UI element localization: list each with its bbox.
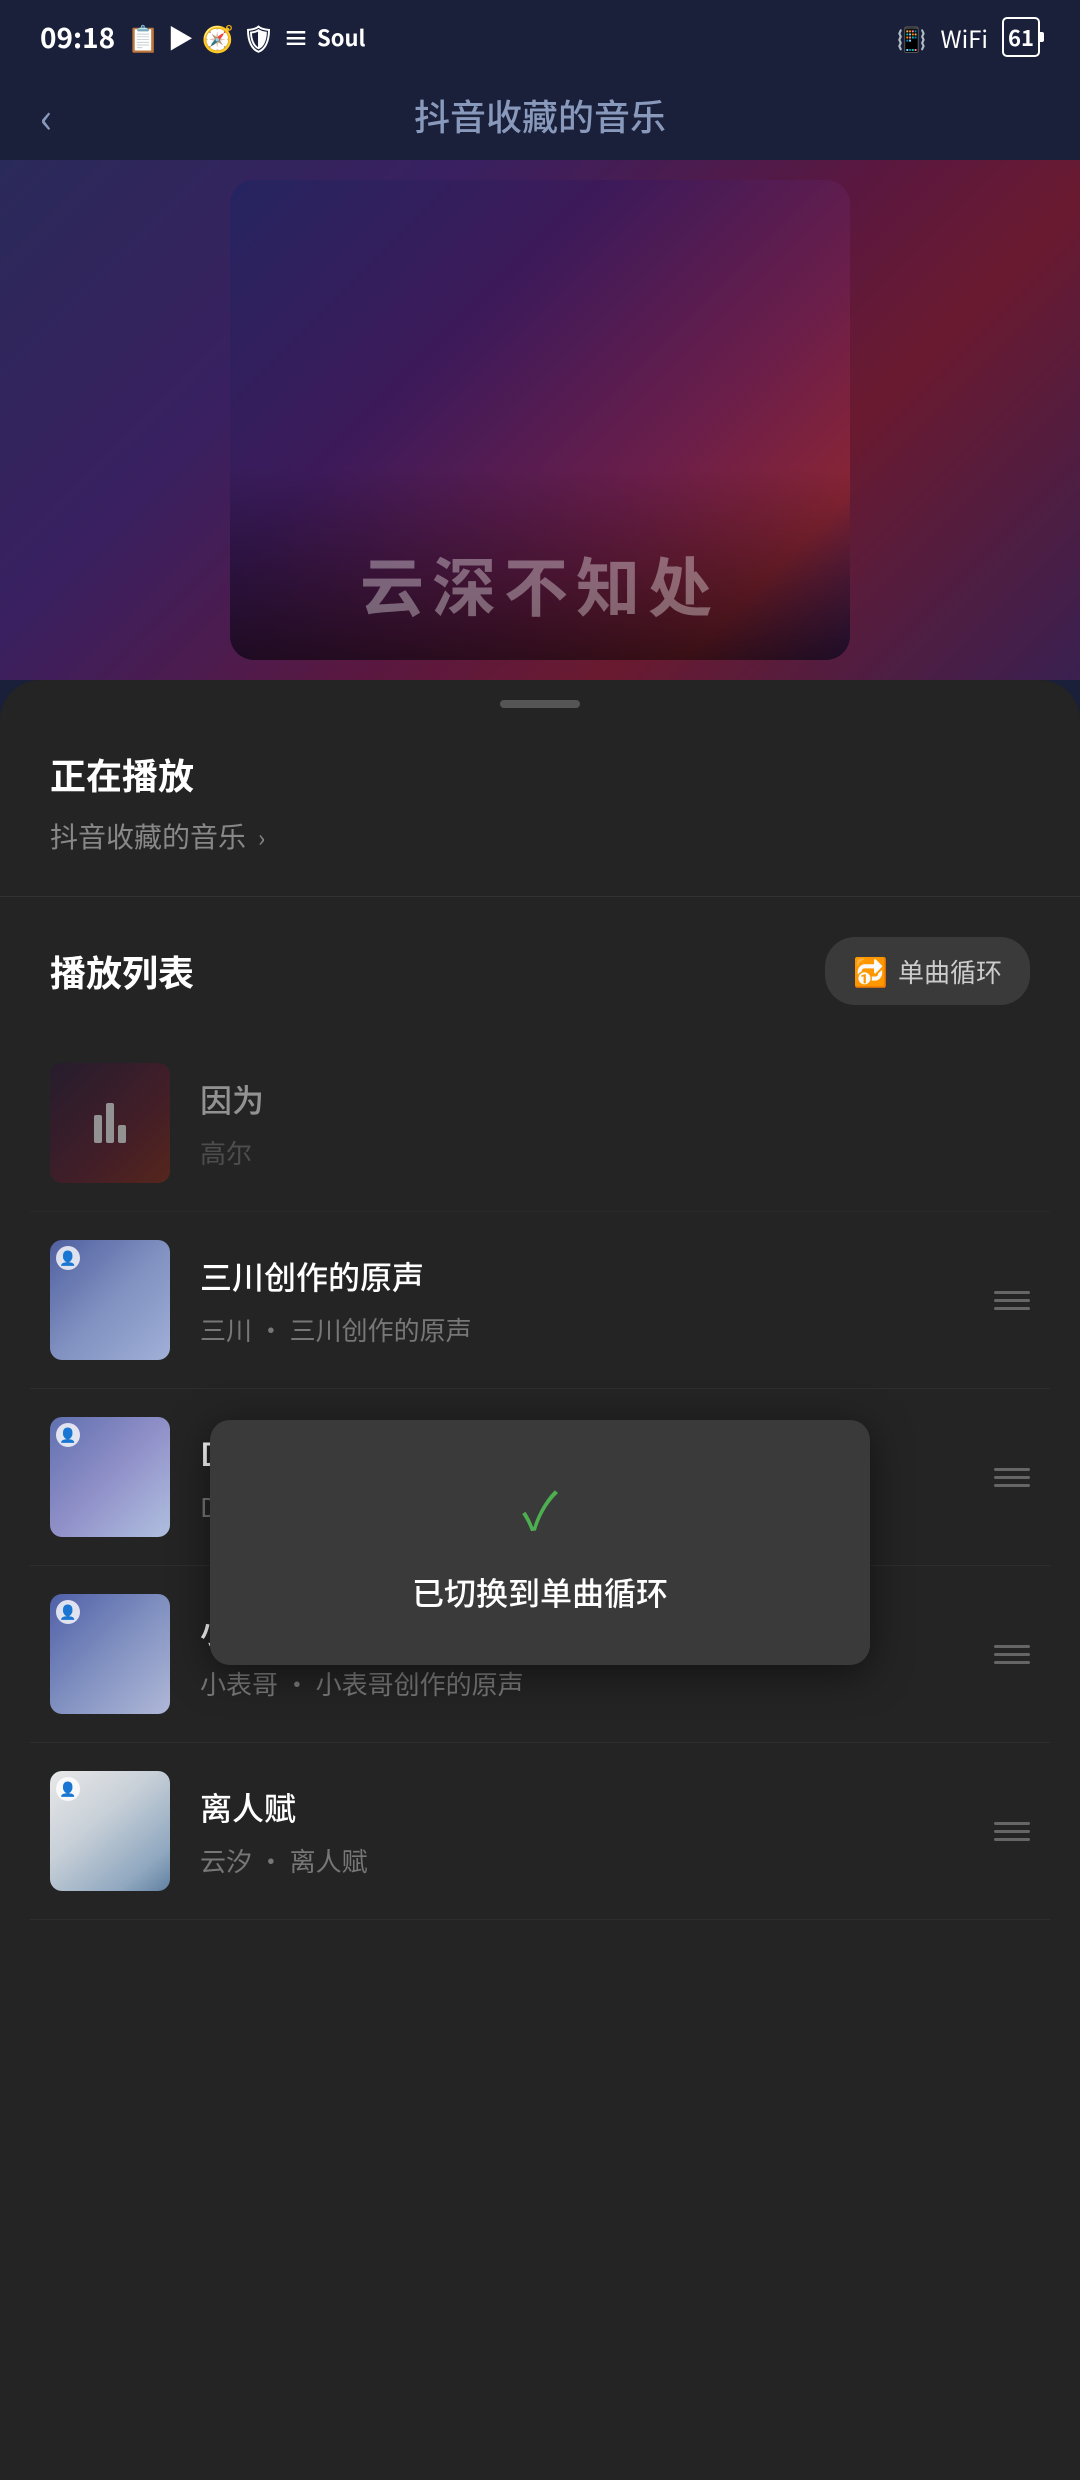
battery-level: 61 <box>1008 21 1034 53</box>
header: ‹ 抖音收藏的音乐 <box>0 70 1080 160</box>
tooltip-message: 已切换到单曲循环 <box>412 1569 668 1615</box>
back-button[interactable]: ‹ <box>40 85 53 146</box>
drag-handle-5[interactable] <box>994 1822 1030 1841</box>
song-subtitle-5: 云汐 · 离人赋 <box>200 1842 964 1879</box>
wifi-icon: WiFi <box>941 20 989 55</box>
bar-3 <box>118 1125 126 1143</box>
status-right: 📳 WiFi 61 <box>897 17 1040 57</box>
song-info-1: 因为 高尔 <box>200 1076 1030 1171</box>
user-icon-2: 👤 <box>56 1246 80 1270</box>
song-thumb-1 <box>50 1063 170 1183</box>
song-item-5[interactable]: 👤 离人赋 云汐 · 离人赋 <box>30 1743 1050 1920</box>
song-thumb-3: 👤 <box>50 1417 170 1537</box>
compass-icon: 🧭 <box>202 19 234 56</box>
chevron-right-icon: › <box>258 819 265 854</box>
repeat-button[interactable]: 🔂 单曲循环 <box>825 937 1030 1005</box>
now-playing-playlist-name: 抖音收藏的音乐 <box>50 816 246 856</box>
now-playing-subtitle-link[interactable]: 抖音收藏的音乐 › <box>50 816 1030 856</box>
user-icon-5: 👤 <box>56 1777 80 1801</box>
bar-2 <box>106 1103 114 1143</box>
song-list: 因为 高尔 ✓ 已切换到单曲循环 👤 三川创作的原声 三川 · 三川创作的原声 <box>0 1035 1080 1920</box>
drag-handle-3[interactable] <box>994 1468 1030 1487</box>
page-title: 抖音收藏的音乐 <box>414 89 666 141</box>
status-icons: 📋 ▶ 🧭 🛡 ≡ Soul <box>127 19 365 56</box>
shield-icon: 🛡 <box>242 19 275 56</box>
drag-handle[interactable] <box>500 700 580 708</box>
song-subtitle-1: 高尔 <box>200 1134 1030 1171</box>
status-bar: 09:18 📋 ▶ 🧭 🛡 ≡ Soul 📳 WiFi 61 <box>0 0 1080 70</box>
song-item-2[interactable]: 👤 三川创作的原声 三川 · 三川创作的原声 <box>30 1212 1050 1389</box>
soul-app-icon: Soul <box>317 21 365 53</box>
play-icon: ▶ <box>168 19 194 56</box>
song-thumb-4: 👤 <box>50 1594 170 1714</box>
song-subtitle-2: 三川 · 三川创作的原声 <box>200 1311 964 1348</box>
song-thumb-2: 👤 <box>50 1240 170 1360</box>
equalizer-bars <box>94 1103 126 1143</box>
status-left: 09:18 📋 ▶ 🧭 🛡 ≡ Soul <box>40 17 365 57</box>
bar-1 <box>94 1115 102 1143</box>
now-playing-label: 正在播放 <box>50 748 1030 800</box>
album-art: 云深不知处 <box>230 180 850 660</box>
song-info-5: 离人赋 云汐 · 离人赋 <box>200 1784 964 1879</box>
playlist-title: 播放列表 <box>50 945 194 997</box>
drag-handle-4[interactable] <box>994 1645 1030 1664</box>
repeat-label: 单曲循环 <box>898 953 1002 990</box>
repeat-icon: 🔂 <box>853 951 888 991</box>
song-title-2: 三川创作的原声 <box>200 1253 964 1299</box>
playing-indicator <box>50 1063 170 1183</box>
now-playing-section: 正在播放 抖音收藏的音乐 › <box>0 748 1080 897</box>
tooltip-overlay: ✓ 已切换到单曲循环 <box>210 1420 870 1665</box>
notification-icon: 📋 <box>127 19 159 56</box>
album-text: 云深不知处 <box>360 538 720 630</box>
song-title-5: 离人赋 <box>200 1784 964 1830</box>
album-background: 云深不知处 <box>0 160 1080 680</box>
album-container: 云深不知处 <box>0 160 1080 680</box>
vibrate-icon: 📳 <box>897 20 927 55</box>
song-subtitle-4: 小表哥 · 小表哥创作的原声 <box>200 1665 964 1702</box>
song-info-2: 三川创作的原声 三川 · 三川创作的原声 <box>200 1253 964 1348</box>
time-display: 09:18 <box>40 17 115 57</box>
song-title-1: 因为 <box>200 1076 1030 1122</box>
playlist-header: 播放列表 🔂 单曲循环 <box>0 897 1080 1035</box>
user-icon-4: 👤 <box>56 1600 80 1624</box>
drag-handle-2[interactable] <box>994 1291 1030 1310</box>
user-icon-3: 👤 <box>56 1423 80 1447</box>
stack-icon: ≡ <box>283 19 309 56</box>
bottom-sheet: 正在播放 抖音收藏的音乐 › 播放列表 🔂 单曲循环 <box>0 680 1080 2480</box>
song-item-1[interactable]: 因为 高尔 <box>30 1035 1050 1212</box>
battery-indicator: 61 <box>1002 17 1040 57</box>
song-thumb-5: 👤 <box>50 1771 170 1891</box>
tooltip-checkmark: ✓ <box>522 1470 558 1545</box>
